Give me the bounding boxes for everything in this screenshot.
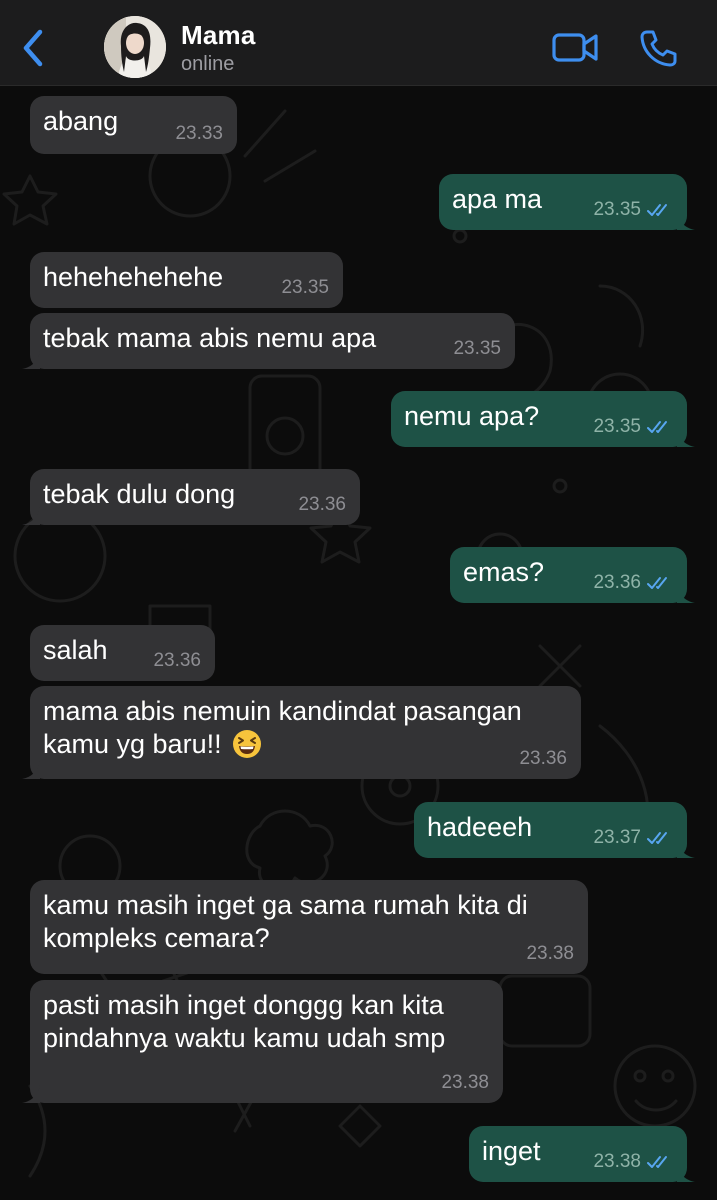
double-check-icon	[647, 421, 667, 433]
message-bubble-incoming[interactable]: kamu masih inget ga sama rumah kita di k…	[30, 880, 588, 974]
double-check-icon	[647, 577, 667, 589]
message-bubble-outgoing[interactable]: hadeeeh 23.37	[414, 802, 695, 858]
grinning-squinting-face-icon	[233, 730, 262, 758]
chat-header: Mama online	[0, 0, 717, 86]
message-bubble-outgoing[interactable]: emas? 23.36	[450, 547, 695, 603]
contact-status: online	[181, 53, 235, 75]
avatar[interactable]	[104, 16, 166, 78]
bubble-tail	[22, 761, 40, 779]
message-time: 23.38	[526, 943, 574, 964]
message-time: 23.38	[441, 1072, 489, 1093]
message-bubble-incoming[interactable]: mama abis nemuin kandindat pasangan kamu…	[22, 686, 581, 779]
message-time: 23.36	[298, 494, 346, 515]
bubble-tail	[677, 840, 695, 858]
message-text-line: kamu yg baru!!	[43, 729, 222, 759]
phone-icon[interactable]	[638, 28, 678, 68]
message-time: 23.35	[281, 277, 329, 298]
chevron-left-icon[interactable]	[18, 26, 50, 70]
contact-name[interactable]: Mama	[181, 20, 256, 51]
message-time: 23.35	[593, 199, 641, 220]
message-bubble-incoming[interactable]: hehehehehehe 23.35	[30, 252, 343, 308]
message-text-line: pasti masih inget donggg kan kita	[43, 990, 444, 1020]
double-check-icon	[647, 1156, 667, 1168]
message-time: 23.36	[593, 572, 641, 593]
message-time: 23.36	[153, 650, 201, 671]
bubble-tail	[22, 507, 40, 525]
message-text: tebak mama abis nemu apa	[43, 323, 377, 353]
message-time: 23.36	[519, 748, 567, 769]
bubble-tail	[22, 351, 40, 369]
message-bubble-incoming[interactable]: pasti masih inget donggg kan kita pindah…	[22, 980, 503, 1103]
message-bubble-incoming[interactable]: tebak dulu dong 23.36	[22, 469, 360, 525]
message-bubble-outgoing[interactable]: apa ma 23.35	[439, 174, 695, 230]
double-check-icon	[647, 204, 667, 216]
message-bubble-incoming[interactable]: abang 23.33	[30, 96, 237, 154]
message-bubble-outgoing[interactable]: nemu apa? 23.35	[391, 391, 695, 447]
message-text-line: kompleks cemara?	[43, 923, 270, 953]
bubble-tail	[677, 429, 695, 447]
bubble-tail	[677, 212, 695, 230]
bubble-tail	[677, 1164, 695, 1182]
message-time: 23.33	[175, 123, 223, 144]
message-bubble-incoming[interactable]: salah 23.36	[30, 625, 215, 681]
message-bubble-outgoing[interactable]: inget 23.38	[469, 1126, 695, 1182]
message-text-line: kamu masih inget ga sama rumah kita di	[43, 890, 528, 920]
message-time: 23.38	[593, 1151, 641, 1172]
message-text-line: pindahnya waktu kamu udah smp	[43, 1023, 446, 1053]
message-time: 23.35	[453, 338, 501, 359]
message-text-line: mama abis nemuin kandindat pasangan	[43, 696, 522, 726]
bubble-tail	[22, 1085, 40, 1103]
bubble-tail	[677, 585, 695, 603]
double-check-icon	[647, 832, 667, 844]
video-camera-icon[interactable]	[552, 30, 600, 66]
message-bubble-incoming[interactable]: tebak mama abis nemu apa 23.35	[22, 313, 515, 369]
message-list[interactable]: abang 23.33 apa ma 23.35 hehehehehehe 23…	[0, 86, 717, 1200]
message-time: 23.37	[593, 827, 641, 848]
message-time: 23.35	[593, 416, 641, 437]
